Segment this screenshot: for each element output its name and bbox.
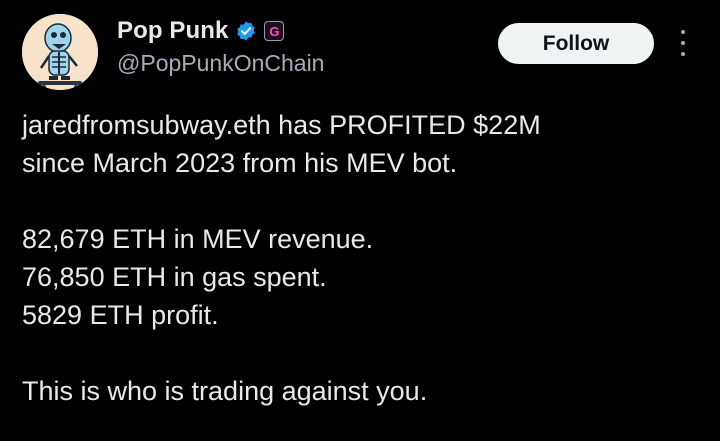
author-name-row: Pop Punk G [117,17,285,45]
avatar[interactable] [22,14,98,90]
more-dot [681,41,685,45]
tweet-line: jaredfromsubway.eth has PROFITED $22M [22,110,541,140]
skeleton-penguin-avatar-icon [22,14,98,90]
tweet-line: This is who is trading against you. [22,376,428,406]
tweet: Pop Punk G @PopPunkOnChain Follow jaredf… [0,0,720,441]
tweet-line: 82,679 ETH in MEV revenue. [22,224,374,254]
author-display-name[interactable]: Pop Punk [117,17,228,45]
follow-button[interactable]: Follow [498,23,654,64]
more-dot [681,52,685,56]
tweet-line: since March 2023 from his MEV bot. [22,148,458,178]
tweet-line: 76,850 ETH in gas spent. [22,262,327,292]
author-handle[interactable]: @PopPunkOnChain [117,50,324,77]
tweet-line: 5829 ETH profit. [22,300,219,330]
affiliate-badge-icon[interactable]: G [264,21,285,41]
more-dot [681,30,685,34]
more-vertical-icon[interactable] [676,30,690,56]
affiliate-badge-letter: G [269,23,280,39]
tweet-text: jaredfromsubway.eth has PROFITED $22M si… [22,106,712,410]
verified-badge-icon[interactable] [235,20,257,42]
